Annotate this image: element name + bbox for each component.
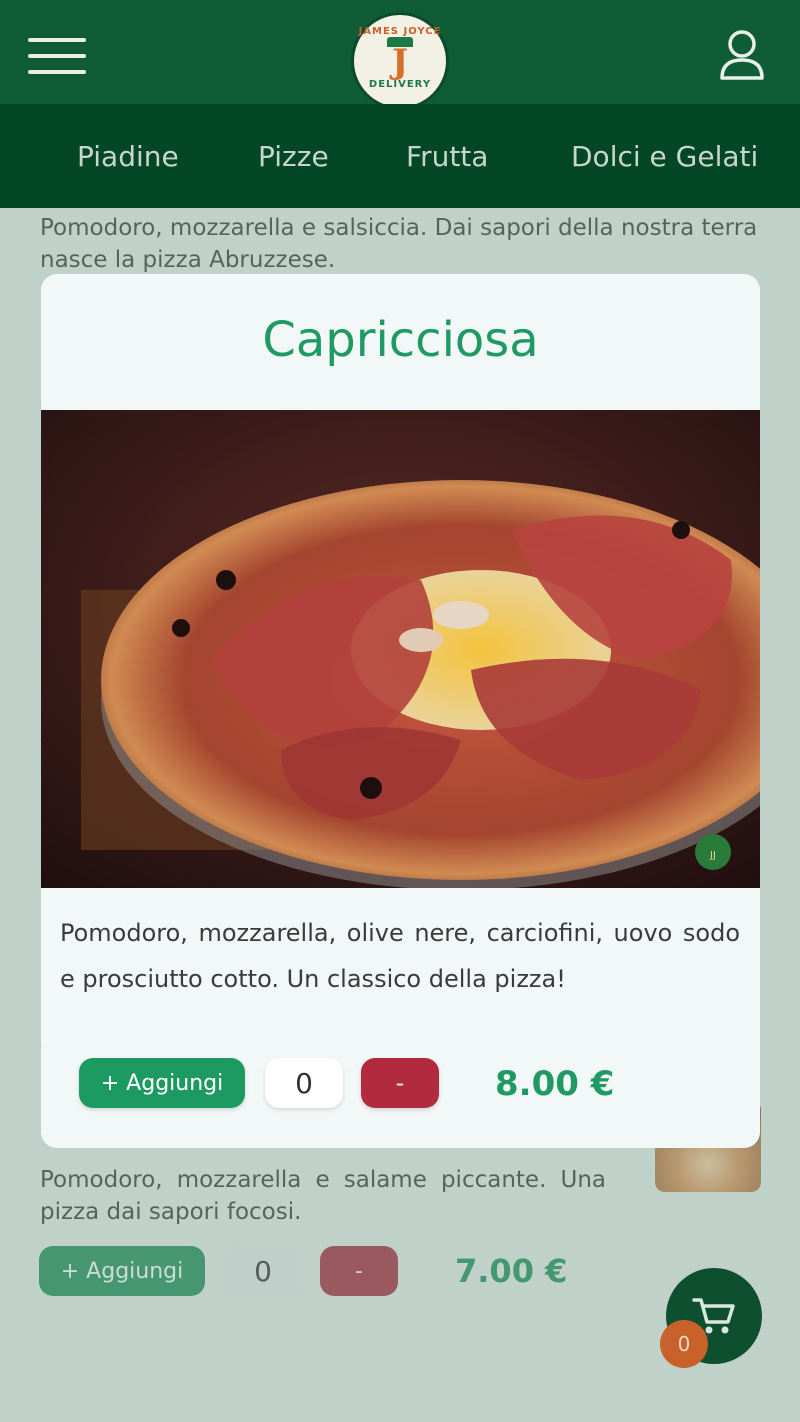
add-button[interactable]: + Aggiungi bbox=[79, 1058, 245, 1108]
tab-piadine[interactable]: Piadine bbox=[77, 140, 179, 173]
logo-top-text: JAMES JOYCE bbox=[358, 26, 442, 37]
modal-price: 8.00 € bbox=[495, 1064, 615, 1104]
top-header: JAMES JOYCE J DELIVERY bbox=[0, 0, 800, 110]
svg-text:JJ: JJ bbox=[709, 850, 716, 861]
quantity-display: 0 bbox=[265, 1058, 343, 1108]
modal-description: Pomodoro, mozzarella, olive nere, carcio… bbox=[60, 919, 740, 993]
tab-dolci-gelati[interactable]: Dolci e Gelati bbox=[571, 140, 758, 173]
minus-button[interactable]: - bbox=[361, 1058, 439, 1108]
tab-pizze[interactable]: Pizze bbox=[258, 140, 329, 173]
tab-frutta[interactable]: Frutta bbox=[406, 140, 488, 173]
logo-letter: J bbox=[391, 42, 409, 82]
pizza-photo: JJ bbox=[41, 410, 760, 888]
product-modal: Capricciosa JJ Pomodoro, mozzarella, oli… bbox=[41, 274, 760, 1148]
brand-logo[interactable]: JAMES JOYCE J DELIVERY bbox=[351, 12, 449, 110]
hamburger-icon[interactable] bbox=[28, 38, 86, 74]
category-tabs: Piadine Pizze Frutta Dolci e Gelati bbox=[0, 104, 800, 208]
user-icon[interactable] bbox=[718, 28, 766, 80]
logo-bottom-text: DELIVERY bbox=[368, 79, 432, 90]
cart-count-badge: 0 bbox=[660, 1320, 708, 1368]
modal-title: Capricciosa bbox=[262, 312, 539, 368]
